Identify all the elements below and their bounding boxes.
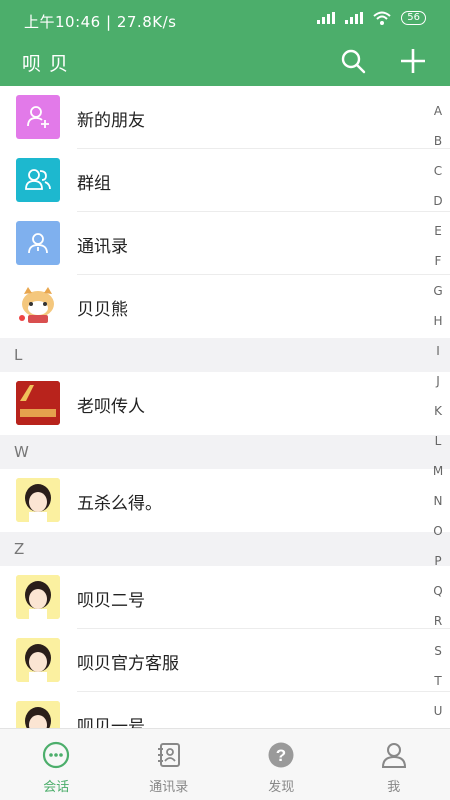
contact-avatar [16,478,60,522]
status-time: 上午10:46 [24,13,101,31]
index-letter[interactable]: O [433,516,442,546]
phonebook-icon [16,221,60,265]
list-item-label: 五杀么得。 [77,494,162,514]
list-item-groups[interactable]: 群组 [0,149,450,212]
tab-chat[interactable]: 会话 [0,729,113,800]
index-letter[interactable]: G [433,276,442,306]
contacts-icon [157,743,180,767]
app-title: 呗贝 [22,53,77,75]
contact-avatar [16,701,60,728]
list-item-contact[interactable]: 五杀么得。 [0,469,450,532]
search-icon[interactable] [340,48,366,74]
tab-discover[interactable]: ? 发现 [225,729,338,800]
list-item-contact[interactable]: 呗贝二号 [0,566,450,629]
index-letter[interactable]: Q [433,576,442,606]
battery-icon: 56 [401,11,426,25]
list-item-label: 呗贝二号 [77,591,145,611]
index-letter[interactable]: P [434,546,441,576]
signal-hd-icon [345,12,364,24]
index-letter[interactable]: D [433,186,442,216]
status-separator: | [106,13,117,31]
signal-icon [317,12,336,24]
profile-icon [381,743,406,768]
tab-profile[interactable]: 我 [338,729,450,800]
list-item-label: 通讯录 [77,237,128,257]
list-item-label: 群组 [77,174,111,194]
wifi-icon [373,11,391,25]
tab-label: 会话 [43,780,70,795]
group-icon [16,158,60,202]
bear-avatar [16,284,60,328]
index-letter[interactable]: K [434,396,442,426]
app-header: 呗贝 [0,40,450,86]
tab-contacts[interactable]: 通讯录 [113,729,226,800]
list-item-label: 新的朋友 [77,111,145,131]
status-right: 56 [317,11,426,25]
index-letter[interactable]: S [434,636,442,666]
index-letter[interactable]: I [436,336,440,366]
add-user-icon [16,95,60,139]
tab-label: 我 [387,780,401,795]
svg-text:?: ? [276,746,286,765]
contact-avatar [16,381,60,425]
discover-icon: ? [268,742,294,768]
list-item-contact[interactable]: 老呗传人 [0,372,450,435]
status-left: 上午10:46 | 27.8K/s [24,11,176,32]
list-item-new-friends[interactable]: 新的朋友 [0,86,450,149]
add-icon[interactable] [398,46,428,76]
status-speed: 27.8K/s [116,13,177,31]
index-letter[interactable]: J [436,366,440,396]
index-letter[interactable]: R [434,606,442,636]
tab-label: 通讯录 [149,780,189,795]
alphabet-index[interactable]: A B C D E F G H I J K L M N O P Q R S T … [426,96,450,726]
list-item-label: 贝贝熊 [77,300,128,320]
index-letter[interactable]: C [434,156,442,186]
list-item-label: 呗贝一号 [77,717,145,728]
section-header: W [0,435,450,469]
list-item-phonebook[interactable]: 通讯录 [0,212,450,275]
list-item-label: 老呗传人 [77,397,145,417]
index-letter[interactable]: U [434,696,443,726]
list-item-contact[interactable]: 呗贝官方客服 [0,629,450,692]
bottom-tab-bar: 会话 通讯录 ? 发现 我 [0,728,450,800]
contact-avatar [16,638,60,682]
index-letter[interactable]: F [435,246,442,276]
index-letter[interactable]: T [434,666,441,696]
tab-label: 发现 [268,780,295,795]
status-bar: 上午10:46 | 27.8K/s 56 [0,0,450,40]
chat-icon [43,741,70,769]
list-item-contact[interactable]: 贝贝熊 [0,275,450,338]
index-letter[interactable]: E [434,216,442,246]
index-letter[interactable]: A [434,96,442,126]
contact-avatar [16,575,60,619]
index-letter[interactable]: M [433,456,443,486]
section-header: Z [0,532,450,566]
index-letter[interactable]: N [434,486,443,516]
index-letter[interactable]: H [433,306,442,336]
contact-list: 新的朋友 群组 通讯录 贝贝熊 L 老呗传人 W 五杀么得。 Z 呗贝二号 呗贝… [0,86,450,728]
index-letter[interactable]: L [435,426,442,456]
list-item-label: 呗贝官方客服 [77,654,179,674]
list-item-contact[interactable]: 呗贝一号 [0,692,450,728]
section-header: L [0,338,450,372]
index-letter[interactable]: B [434,126,442,156]
